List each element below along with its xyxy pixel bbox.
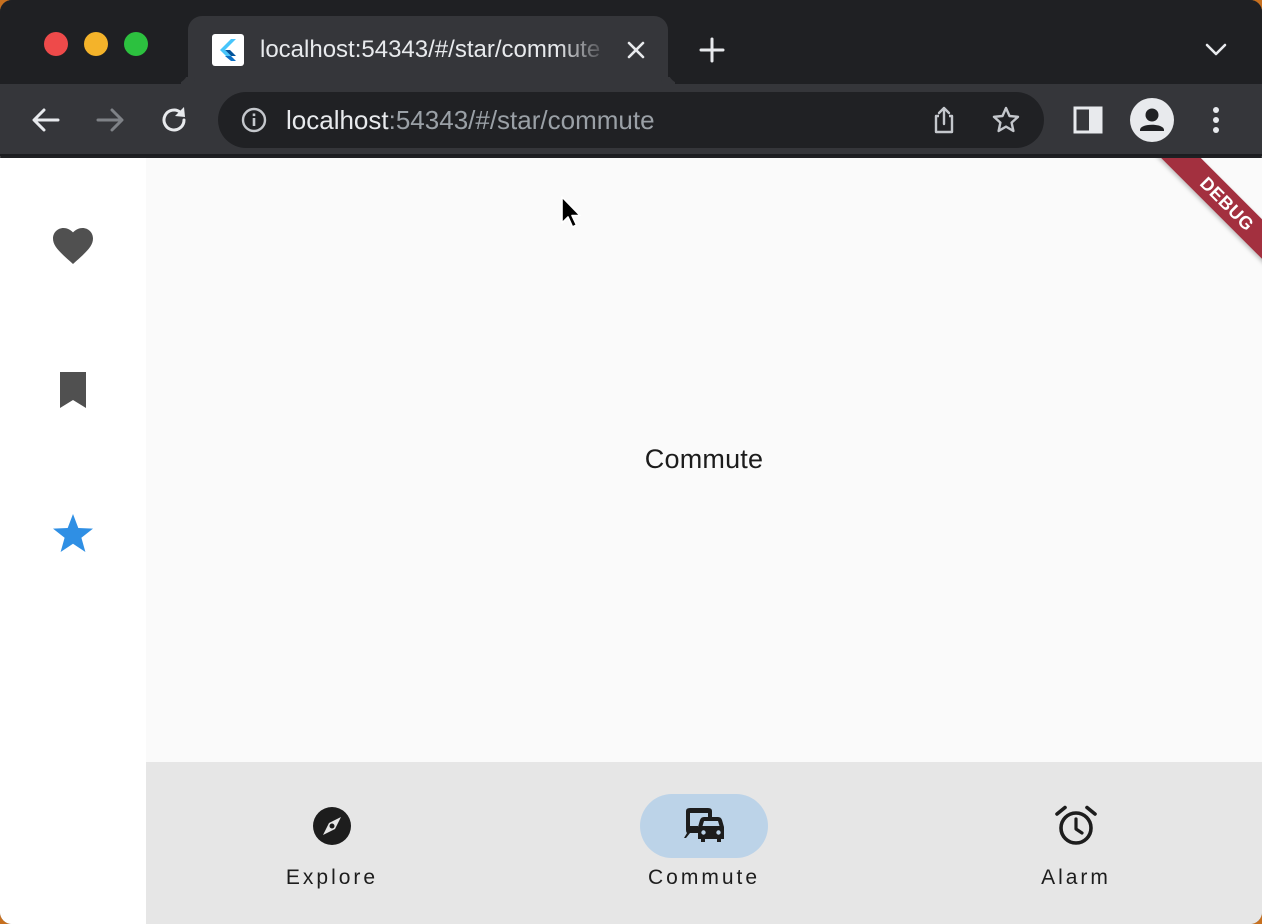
maximize-window-button[interactable] [124,32,148,56]
browser-toolbar: localhost:54343/#/star/commute [0,84,1262,156]
nav-item-commute[interactable]: Commute [518,762,890,924]
tab-close-icon[interactable] [622,36,650,64]
kebab-menu-icon[interactable] [1198,102,1234,138]
commute-icon [684,808,724,842]
bookmark-icon [60,372,86,408]
new-tab-plus-icon[interactable] [696,34,728,66]
tab-search-chevron-down-icon[interactable] [1200,36,1232,64]
flutter-favicon-icon [212,34,244,66]
rail-item-favorites[interactable] [45,218,101,274]
minimize-window-button[interactable] [84,32,108,56]
reload-icon[interactable] [156,102,192,138]
rail-item-starred[interactable] [45,506,101,562]
info-icon[interactable] [240,106,268,134]
browser-window: localhost:54343/#/star/commute localhost… [0,0,1262,924]
bottom-navigation-bar: Explore Commute Alarm [146,762,1262,924]
nav-item-explore[interactable]: Explore [146,762,518,924]
address-bar[interactable]: localhost:54343/#/star/commute [218,92,1044,148]
heart-icon [53,228,93,264]
page-content: Commute [146,158,1262,762]
rail-item-saved[interactable] [45,362,101,418]
nav-label-commute: Commute [647,866,761,889]
url-path: :54343/#/star/commute [388,105,655,135]
navigation-rail [0,158,146,924]
tab-title: localhost:54343/#/star/commute [260,36,601,63]
explore-compass-icon [313,807,351,845]
nav-item-alarm[interactable]: Alarm [890,762,1262,924]
active-tab[interactable]: localhost:54343/#/star/commute [188,16,668,84]
share-icon[interactable] [928,104,960,136]
mouse-cursor-icon [560,195,584,231]
alarm-icon [1055,805,1097,845]
url-text[interactable]: localhost:54343/#/star/commute [286,105,655,135]
star-icon [53,514,93,552]
commute-indicator [640,794,768,858]
alarm-indicator [1012,794,1140,858]
tab-strip: localhost:54343/#/star/commute [0,0,1262,84]
star-outline-icon[interactable] [990,104,1022,136]
url-host: localhost [286,105,389,135]
arrow-left-icon[interactable] [28,102,64,138]
side-panel-icon[interactable] [1070,102,1106,138]
arrow-right-icon[interactable] [92,102,128,138]
close-window-button[interactable] [44,32,68,56]
person-icon[interactable] [1130,98,1174,142]
page-title: Commute [644,444,764,474]
explore-indicator [268,794,396,858]
nav-label-alarm: Alarm [1041,866,1111,889]
nav-label-explore: Explore [285,866,379,889]
app-viewport: Commute Explore Commute Alarm DEBUG [0,158,1262,924]
